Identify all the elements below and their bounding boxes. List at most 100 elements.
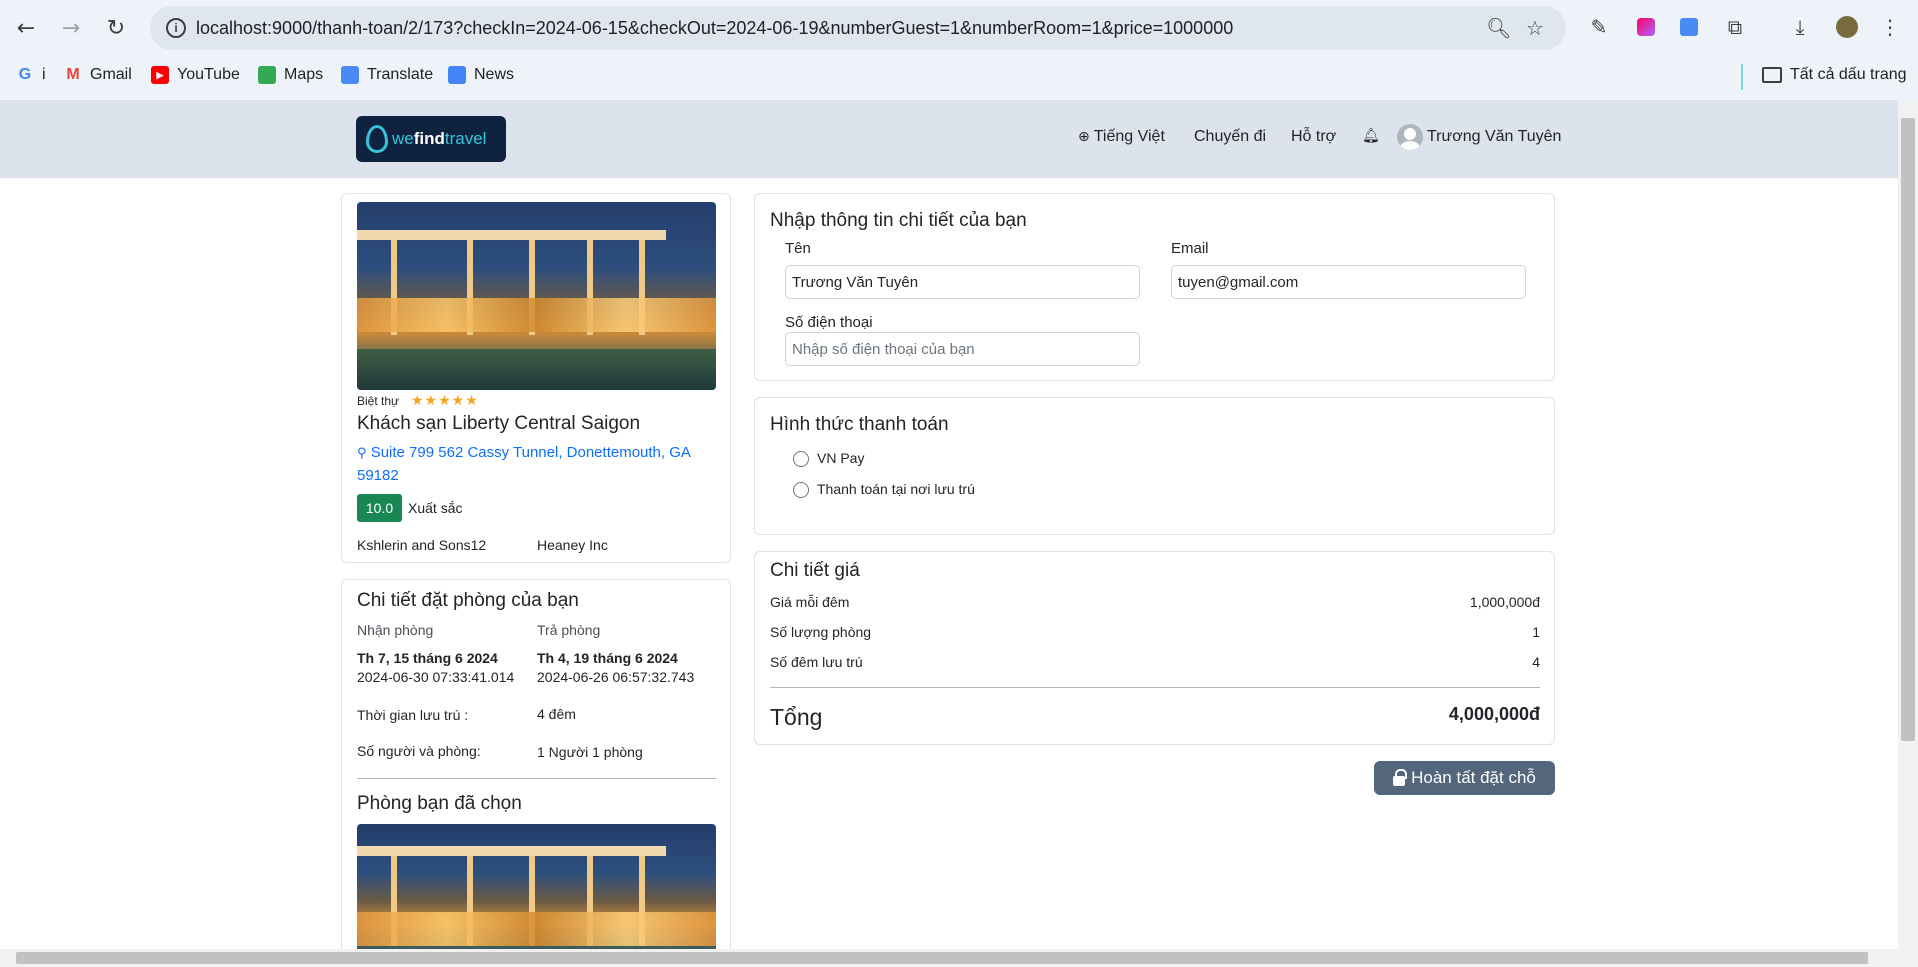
hotel-tag-2: Heaney Inc xyxy=(537,537,608,553)
trips-link[interactable]: Chuyến đi xyxy=(1194,128,1266,146)
support-link[interactable]: Hỗ trợ xyxy=(1291,128,1336,146)
score-label: Xuất sắc xyxy=(408,500,463,516)
room-count-value: 1 xyxy=(1532,624,1540,640)
youtube-icon: ▶ xyxy=(151,66,169,84)
bookmark-maps[interactable]: Maps xyxy=(258,66,323,84)
hotel-card: Biệt thự ★★★★★ Khách sạn Liberty Central… xyxy=(341,193,731,563)
total-value: 4,000,000đ xyxy=(1448,704,1540,724)
lock-icon xyxy=(1393,769,1408,786)
bookmark-star-icon[interactable]: ☆ xyxy=(1526,16,1544,40)
maps-icon xyxy=(258,66,276,84)
booking-title: Chi tiết đặt phòng của bạn xyxy=(357,590,579,611)
hotel-tag-1: Kshlerin and Sons12 xyxy=(357,537,487,553)
checkout-time: 2024-06-26 06:57:32.743 xyxy=(537,669,695,685)
avatar xyxy=(1397,124,1423,150)
extension-gradient-icon[interactable] xyxy=(1633,14,1659,40)
translate-extension-icon[interactable] xyxy=(1676,14,1702,40)
price-details-card: Chi tiết giá Giá mỗi đêm 1,000,000đ Số l… xyxy=(754,551,1555,745)
site-info-icon[interactable]: i xyxy=(166,18,186,38)
site-logo[interactable]: wefindtravel xyxy=(356,116,506,162)
guests-label: Số người và phòng: xyxy=(357,743,481,759)
phone-label: Số điện thoại xyxy=(785,314,873,331)
all-bookmarks-button[interactable]: Tất cả dấu trang xyxy=(1762,66,1907,84)
bookmarks-bar: Gi M Gmail ▶ YouTube Maps Translate News T… xyxy=(0,56,1918,100)
checkout-date: Th 4, 19 tháng 6 2024 xyxy=(537,650,678,666)
payment-method-card: Hình thức thanh toán VN Pay Thanh toán t… xyxy=(754,397,1555,535)
bookmark-translate[interactable]: Translate xyxy=(341,66,433,84)
language-menu[interactable]: ⊕ Tiếng Việt xyxy=(1078,128,1165,146)
night-count-label: Số đêm lưu trú xyxy=(770,654,863,670)
vnpay-label[interactable]: VN Pay xyxy=(817,450,864,466)
reload-icon[interactable]: ↻ xyxy=(100,12,132,44)
divider xyxy=(357,778,716,779)
gmail-icon: M xyxy=(66,66,80,83)
email-field[interactable]: tuyen@gmail.com xyxy=(1171,265,1526,299)
bookmark-youtube[interactable]: ▶ YouTube xyxy=(151,66,240,84)
eyedropper-icon[interactable]: ✎ xyxy=(1586,14,1612,40)
logo-suffix: travel xyxy=(444,129,487,148)
logo-bold: find xyxy=(413,129,445,148)
checkout-label: Trả phòng xyxy=(537,622,601,638)
zoom-icon[interactable]: 🔍︎ xyxy=(1486,16,1511,40)
details-form-card: Nhập thông tin chi tiết của bạn Tên Emai… xyxy=(754,193,1555,381)
vnpay-radio[interactable] xyxy=(793,451,809,467)
price-per-night-value: 1,000,000đ xyxy=(1469,594,1540,610)
room-photo xyxy=(357,824,716,964)
hotel-address-zip[interactable]: 59182 xyxy=(357,467,399,484)
score-badge: 10.0 xyxy=(357,494,402,522)
hotel-name: Khách sạn Liberty Central Saigon xyxy=(357,413,641,434)
user-menu[interactable]: Trương Văn Tuyên xyxy=(1397,124,1561,150)
room-count-label: Số lượng phòng xyxy=(770,624,872,640)
hotel-type: Biệt thự xyxy=(357,394,400,408)
hotel-address[interactable]: ⚲ Suite 799 562 Cassy Tunnel, Donettemou… xyxy=(357,444,691,461)
address-bar[interactable]: i localhost:9000/thanh-toan/2/173?checkI… xyxy=(150,6,1566,50)
total-label: Tổng xyxy=(770,704,823,730)
duration-value: 4 đêm xyxy=(537,706,576,722)
news-icon xyxy=(448,66,466,84)
price-divider xyxy=(770,687,1540,688)
hotel-photo xyxy=(357,202,716,390)
globe-icon: ⊕ xyxy=(1078,129,1090,145)
phone-field[interactable]: Nhập số điện thoại của bạn xyxy=(785,332,1140,366)
selected-rooms-title: Phòng bạn đã chọn xyxy=(357,793,522,814)
bookmark-news[interactable]: News xyxy=(448,66,514,84)
bookmark-google[interactable]: Gi xyxy=(16,66,46,84)
folder-icon xyxy=(1762,67,1782,83)
download-icon[interactable]: ⤓ xyxy=(1787,14,1813,40)
guests-value: 1 Người 1 phòng xyxy=(537,744,643,760)
hotel-stars: ★★★★★ xyxy=(411,393,479,409)
url-text[interactable]: localhost:9000/thanh-toan/2/173?checkIn=… xyxy=(196,18,1233,39)
extensions-icon[interactable]: ⧉ xyxy=(1722,14,1748,40)
bell-icon[interactable]: 🔔︎ xyxy=(1362,128,1380,144)
checkin-label: Nhận phòng xyxy=(357,622,434,638)
vertical-scrollbar[interactable] xyxy=(1898,100,1918,949)
site-header xyxy=(0,100,1898,178)
google-icon: G xyxy=(18,66,32,83)
duration-label: Thời gian lưu trú : xyxy=(357,707,469,723)
pay-at-property-radio[interactable] xyxy=(793,482,809,498)
booking-details-card: Chi tiết đặt phòng của bạn Nhận phòng Tr… xyxy=(341,579,731,964)
payment-title: Hình thức thanh toán xyxy=(770,414,949,435)
name-label: Tên xyxy=(785,240,811,257)
profile-avatar-icon[interactable] xyxy=(1834,14,1860,40)
logo-prefix: we xyxy=(392,129,414,148)
forward-icon[interactable]: → xyxy=(55,12,87,44)
horizontal-scrollbar[interactable] xyxy=(0,949,1918,967)
complete-booking-button[interactable]: Hoàn tất đặt chỗ xyxy=(1374,761,1555,795)
pay-at-property-label[interactable]: Thanh toán tại nơi lưu trú xyxy=(817,481,975,497)
menu-icon[interactable]: ⋮ xyxy=(1877,14,1903,40)
map-marker-icon: ⚲ xyxy=(357,446,367,461)
browser-toolbar: ← → ↻ i localhost:9000/thanh-toan/2/173?… xyxy=(0,0,1918,56)
bookmark-gmail[interactable]: M Gmail xyxy=(64,66,131,84)
bookmark-separator xyxy=(1741,64,1743,90)
price-per-night-label: Giá mỗi đêm xyxy=(770,594,850,610)
price-title: Chi tiết giá xyxy=(770,560,860,581)
name-field[interactable]: Trương Văn Tuyên xyxy=(785,265,1140,299)
night-count-value: 4 xyxy=(1532,654,1540,670)
checkin-time: 2024-06-30 07:33:41.014 xyxy=(357,669,515,685)
back-icon[interactable]: ← xyxy=(10,12,42,44)
logo-pin-icon xyxy=(366,125,388,153)
email-label: Email xyxy=(1171,240,1209,257)
translate-icon xyxy=(341,66,359,84)
details-form-title: Nhập thông tin chi tiết của bạn xyxy=(770,210,1027,231)
